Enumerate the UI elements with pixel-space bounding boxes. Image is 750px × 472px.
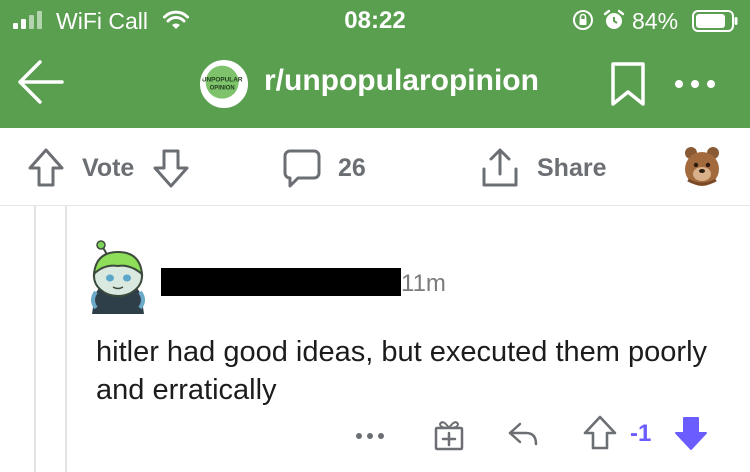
upvote-button[interactable] [27,146,65,190]
comment-count: 26 [338,154,366,182]
carrier-label: WiFi Call [56,8,148,34]
status-bar: WiFi Call 08:22 84% [0,0,750,44]
battery-percentage: 84% [632,8,679,34]
clock: 08:22 [344,7,406,34]
comments-button[interactable] [282,146,322,190]
more-icon[interactable] [672,66,718,102]
user-avatar[interactable] [86,238,150,316]
comment-body: hitler had good ideas, but executed them… [96,336,708,406]
subreddit-logo: UNPOPULAR OPINION [202,62,243,102]
gift-icon[interactable] [432,418,466,452]
vote-label: Vote [82,154,135,182]
wifi-icon [163,10,189,29]
downvote-button[interactable] [152,146,190,190]
post-action-bar: Vote 26 Share [0,128,750,206]
share-icon [482,148,518,187]
comment-score: -1 [630,420,652,447]
comment-icon [283,149,321,188]
back-arrow-icon[interactable] [10,55,70,109]
redacted-username [161,268,401,296]
downvote-icon[interactable] [673,414,709,452]
thread-line[interactable] [34,206,36,472]
cellular-signal-icon [13,11,42,29]
comment-timestamp: 11m [401,270,446,297]
upvote-icon[interactable] [582,414,618,452]
bookmark-icon[interactable] [608,60,648,108]
subreddit-name[interactable]: r/unpopularopinion [264,64,539,98]
subreddit-avatar[interactable]: UNPOPULAR OPINION [200,60,248,108]
share-label: Share [537,154,607,182]
share-button[interactable] [480,146,520,190]
header-bar: WiFi Call 08:22 84% UNPOPULAR OPINION r/… [0,0,750,128]
alarm-icon [603,9,625,29]
upvote-icon [28,148,64,187]
reply-icon[interactable] [506,418,540,450]
svg-text:OPINION: OPINION [210,86,235,92]
downvote-icon [153,149,189,188]
svg-text:UNPOPULAR: UNPOPULAR [202,76,243,83]
bear-avatar-icon[interactable] [682,144,722,188]
thread-line[interactable] [65,206,67,472]
more-icon[interactable] [352,420,388,448]
rotation-lock-icon [573,10,593,30]
battery-icon [692,10,738,32]
